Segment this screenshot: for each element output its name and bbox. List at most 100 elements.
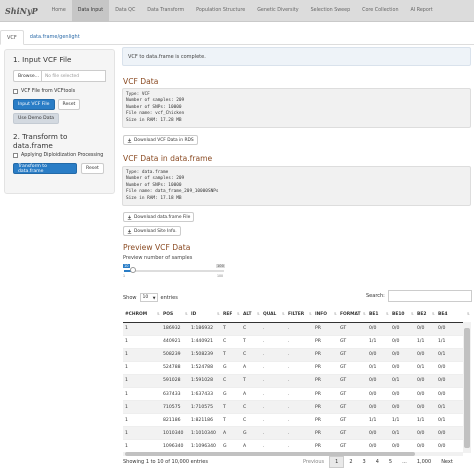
use-demo-data-button[interactable]: Use Demo Data [13,113,60,124]
scrollbar-thumb[interactable] [464,328,470,448]
nav-item-core-collection[interactable]: Core Collection [356,0,404,22]
slider-handle[interactable] [130,267,136,273]
page-button[interactable]: 1 [329,456,345,468]
vcftools-option[interactable]: VCF File from VCFtools [13,89,106,94]
entries-select[interactable]: 10 ▼ [139,293,158,302]
table-cell: 0/0 [390,361,415,375]
table-cell: C [241,322,261,336]
table-row[interactable]: 1 524788 1:524788 G A.. PR GT 0/1 0/0 0/1 0/0 [123,361,471,375]
nav-item-data-input[interactable]: Data Input [71,0,110,22]
page-button[interactable]: 5 [384,456,397,468]
brand-logo[interactable]: ShiNyP [0,6,46,16]
nav-item-ai-report[interactable]: AI Report [404,0,438,22]
tabset: VCF data.frame/genlight [0,29,474,45]
chevron-down-icon: ▼ [152,295,156,300]
entries-label: entries [160,294,178,301]
column-header[interactable]: REF ⇅ [221,307,241,323]
table-row[interactable]: 1 710575 1:710575 T C.. PR GT 0/0 0/0 0/0 0/1 [123,400,471,415]
search-input[interactable] [387,290,472,302]
table-cell: 0/0 [390,387,415,402]
table-cell: 1:591028 [189,374,221,388]
tab-vcf[interactable]: VCF [0,30,24,45]
column-header[interactable]: BE1 ⇅ [367,307,390,323]
column-header[interactable]: BE10 ⇅ [390,307,415,323]
vcftools-checkbox[interactable] [13,89,18,94]
table-row[interactable]: 1 186932 1:186932 T C.. PR GT 0/0 0/0 0/0 0/0 [123,322,471,336]
table-cell: 0/0 [367,322,390,336]
reset-button[interactable]: Reset [57,99,81,110]
table-cell: 1:508239 [189,348,221,362]
diploid-checkbox[interactable] [13,153,18,158]
column-header[interactable]: QUAL ⇅ [261,307,286,323]
table-cell: 0/0 [367,374,390,388]
table-cell: PR [313,426,338,441]
vertical-scrollbar[interactable] [463,322,471,453]
page-button[interactable]: 1,000 [412,456,436,468]
nav-item-population-structure[interactable]: Population Structure [190,0,251,22]
column-header[interactable]: FILTER ⇅ [286,307,313,323]
nav-item-selection-sweep[interactable]: Selection Sweep [305,0,357,22]
nav-item-data-transform[interactable]: Data Transform [141,0,190,22]
tab-dataframe-genlight[interactable]: data.frame/genlight [24,29,86,44]
vcf-summary-line: Size in RAM: 17.28 MB [126,117,182,123]
table-cell: GT [338,335,367,349]
column-header[interactable]: ID ⇅ [189,307,221,323]
nav-item-genetic-diversity[interactable]: Genetic Diversity [251,0,304,22]
table-cell: 710575 [161,400,189,415]
column-header[interactable]: #CHROM ⇅ [123,307,161,323]
column-header[interactable]: ALT ⇅ [241,307,261,323]
samples-slider[interactable] [124,267,224,273]
nav-item-home[interactable]: Home [46,0,72,22]
download-vcf-rds-button[interactable]: Download VCF Data in RDS [123,135,198,145]
table-cell: 508239 [161,348,189,362]
table-cell: C [241,413,261,428]
page-button[interactable]: 4 [371,456,384,468]
table-cell: 1:524788 [189,361,221,375]
download-site-info-button[interactable]: Download Site Info. [123,226,181,236]
next-page-button[interactable]: Next [436,456,458,468]
column-header[interactable]: BE4 ⇅ [436,307,471,323]
column-header[interactable]: INFO ⇅ [313,307,338,323]
table-cell: . [261,387,286,402]
table-row[interactable]: 1 821186 1:821186 T C.. PR GT 1/1 1/1 1/1 0/1 [123,413,471,428]
reset-transform-button[interactable]: Reset [81,163,104,174]
column-header[interactable]: POS ⇅ [161,307,189,323]
diploid-label: Applying Diploidization Processing [21,153,104,158]
diploid-option[interactable]: Applying Diploidization Processing [13,153,106,158]
table-row[interactable]: 1 1010340 1:1010340 A G.. PR GT 0/0 0/1 0/0 0/0 [123,426,471,441]
table-cell: . [286,413,313,428]
table-row[interactable]: 1 440921 1:440921 C T.. PR GT 1/1 0/0 1/1 1/1 [123,335,471,349]
column-header[interactable]: BE2 ⇅ [415,307,436,323]
table-cell: . [261,426,286,441]
table-cell: 1 [123,413,161,428]
page-button[interactable]: 2 [344,456,357,468]
sort-icon: ⇅ [156,311,160,316]
slider-max-tick: 100 [217,274,224,278]
table-cell: 1:440921 [189,335,221,349]
input-vcf-button[interactable]: Input VCF File [13,99,55,110]
transform-button[interactable]: Transform to data.frame [13,163,77,174]
table-row[interactable]: 1 1096340 1:1096340 G A.. PR GT 0/0 0/0 0/0 0/0 [123,439,471,453]
table-cell: T [221,348,241,362]
download-dataframe-button[interactable]: Download data.frame File [123,212,195,222]
table-cell: . [286,426,313,441]
download-dataframe-label: Download data.frame File [134,214,191,220]
previous-page-button[interactable]: Previous [298,456,329,468]
column-header[interactable]: FORMAT ⇅ [338,307,367,323]
table-cell: T [221,413,241,428]
page-button[interactable]: 3 [358,456,371,468]
table-row[interactable]: 1 508239 1:508239 T C.. PR GT 0/0 0/0 0/0 0/1 [123,348,471,362]
table-row[interactable]: 1 591028 1:591028 C T.. PR GT 0/0 0/1 0/0 0/0 [123,374,471,388]
table-header-row: #CHROM ⇅ POS ⇅ ID ⇅ REF ⇅ ALT ⇅ QUAL ⇅ FILTER ⇅ INFO ⇅ F… [123,307,471,323]
sort-icon: ⇅ [333,311,337,316]
table-cell: GT [338,426,367,441]
table-cell: GT [338,361,367,375]
table-row[interactable]: 1 637433 1:637433 G A.. PR GT 0/0 0/0 0/0 0/0 [123,387,471,402]
sort-icon: ⇅ [385,311,389,316]
file-name-field[interactable]: No file selected [42,70,106,82]
table-cell: 1/1 [367,335,390,349]
nav-item-data-qc[interactable]: Data QC [109,0,141,22]
vcf-summary: Type: VCF Number of samples: 209 Number … [122,88,471,128]
browse-button[interactable]: Browse... [13,70,42,82]
table-cell: 1 [123,439,161,453]
